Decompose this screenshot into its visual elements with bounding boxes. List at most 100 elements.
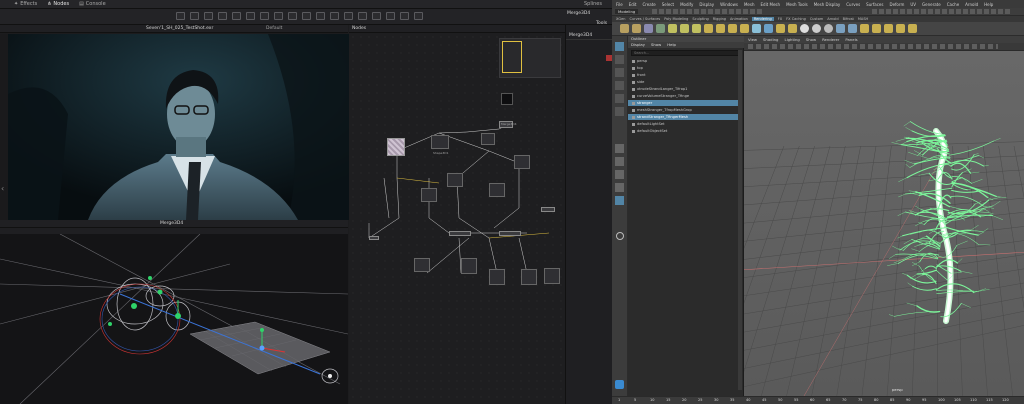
workspace-selector[interactable]: Modeling bbox=[615, 9, 639, 14]
effects-tab[interactable]: ✦ Effects bbox=[14, 1, 37, 7]
node-media-out[interactable] bbox=[501, 93, 513, 105]
outliner-menu-item[interactable]: Show bbox=[651, 42, 661, 48]
outliner-item[interactable]: xtrudeStrandLanger_Tifrop1 bbox=[628, 86, 741, 92]
node-pipe-a[interactable] bbox=[369, 236, 379, 240]
shelf-square-icon[interactable] bbox=[692, 24, 701, 33]
shelf-tab[interactable]: Rigging bbox=[713, 17, 726, 21]
shelf-cube-icon[interactable] bbox=[836, 24, 845, 33]
viewport-menu-item[interactable]: View bbox=[748, 37, 757, 42]
menu-item[interactable]: UV bbox=[910, 2, 916, 7]
lasso-tool-icon[interactable] bbox=[615, 55, 624, 64]
layout-single-icon[interactable] bbox=[615, 144, 624, 153]
shelf-tab[interactable]: Rendering bbox=[751, 17, 774, 21]
outliner-item[interactable]: top bbox=[628, 65, 741, 71]
shelf-tab[interactable]: Animation bbox=[730, 17, 748, 21]
tool-background-icon[interactable] bbox=[176, 12, 185, 20]
3d-viewer[interactable] bbox=[0, 234, 348, 404]
outliner-item[interactable]: curveVolumeStranger_Tfinge bbox=[628, 93, 741, 99]
status-tools[interactable] bbox=[652, 9, 762, 14]
outliner-item[interactable]: defaultObjectSet bbox=[628, 128, 741, 134]
node-imageplane[interactable] bbox=[461, 258, 477, 274]
outliner-item[interactable]: defaultLightSet bbox=[628, 121, 741, 127]
shelf-tab[interactable]: MASH bbox=[858, 17, 868, 21]
node-graph[interactable]: Merge3D4 Shape3D1 bbox=[349, 33, 565, 404]
shelf-tab[interactable]: FX Caching bbox=[786, 17, 806, 21]
outliner-item[interactable]: side bbox=[628, 79, 741, 85]
select-tool-icon[interactable] bbox=[615, 42, 624, 51]
menu-item[interactable]: Mesh Tools bbox=[786, 2, 808, 7]
shelf-reverse-icon[interactable] bbox=[752, 24, 761, 33]
console-tab[interactable]: ▤ Console bbox=[79, 1, 106, 7]
shelf-tab[interactable]: FX bbox=[778, 17, 782, 21]
tool-polygon-icon[interactable] bbox=[302, 12, 311, 20]
node-pipe-d[interactable] bbox=[541, 207, 555, 212]
shelf-bezier-icon[interactable] bbox=[644, 24, 653, 33]
tool-render-icon[interactable] bbox=[414, 12, 423, 20]
tool-transform-icon[interactable] bbox=[274, 12, 283, 20]
menu-item[interactable]: Curves bbox=[846, 2, 860, 7]
shelf-curve-icon[interactable] bbox=[620, 24, 629, 33]
menu-item[interactable]: Generate bbox=[922, 2, 941, 7]
menu-item[interactable]: Surfaces bbox=[866, 2, 883, 7]
shelf-planar-icon[interactable] bbox=[788, 24, 797, 33]
shelf-attach-icon[interactable] bbox=[704, 24, 713, 33]
tool-renderer3d-icon[interactable] bbox=[372, 12, 381, 20]
shelf-sphere-icon[interactable] bbox=[800, 24, 809, 33]
menu-item[interactable]: File bbox=[616, 2, 623, 7]
layout-side-icon[interactable] bbox=[615, 170, 624, 179]
layout-four-icon[interactable] bbox=[615, 157, 624, 166]
menu-item[interactable]: Help bbox=[984, 2, 993, 7]
outliner-item[interactable]: front bbox=[628, 72, 741, 78]
outliner-menu-item[interactable]: Display bbox=[631, 42, 645, 48]
menu-item[interactable]: Windows bbox=[720, 2, 738, 7]
paint-tool-icon[interactable] bbox=[615, 68, 624, 77]
image-viewer[interactable] bbox=[8, 34, 349, 220]
node-merge3d2[interactable] bbox=[421, 188, 437, 202]
node-shape3d[interactable]: Shape3D1 bbox=[431, 135, 449, 155]
shelf-tab[interactable]: Arnold bbox=[827, 17, 838, 21]
tool-paint-icon[interactable] bbox=[190, 12, 199, 20]
shelf-circle-icon[interactable] bbox=[680, 24, 689, 33]
outliner-search-input[interactable] bbox=[631, 50, 741, 56]
tool-particles-icon[interactable] bbox=[386, 12, 395, 20]
shelf-torus-icon[interactable] bbox=[812, 24, 821, 33]
time-slider[interactable]: 1 5 10 15 20 25 30 35 40 45 50 55 60 65 70 75 80 85 90 95 10… bbox=[612, 396, 1024, 404]
shelf-combine-icon[interactable] bbox=[896, 24, 905, 33]
shelf-tab[interactable]: Curves / Surfaces bbox=[629, 17, 660, 21]
outliner-item[interactable]: meshStranger_TfropMeshGrop bbox=[628, 107, 741, 113]
node-pipe-b[interactable] bbox=[449, 231, 471, 236]
shelf-rebuild-icon[interactable] bbox=[728, 24, 737, 33]
node-merge3d1[interactable] bbox=[489, 183, 505, 197]
menu-item[interactable]: Select bbox=[662, 2, 674, 7]
menu-item[interactable]: Mesh bbox=[744, 2, 755, 7]
shelf-ep-curve-icon[interactable] bbox=[632, 24, 641, 33]
tool-loader-icon[interactable] bbox=[218, 12, 227, 20]
splines-tab[interactable]: Splines bbox=[584, 1, 602, 7]
tool-mask-icon[interactable] bbox=[288, 12, 297, 20]
layout-persp-outliner-icon[interactable] bbox=[615, 196, 624, 205]
tool-bspline-icon[interactable] bbox=[316, 12, 325, 20]
shelf-tab[interactable]: Poly Modeling bbox=[664, 17, 688, 21]
menu-item[interactable]: Deform bbox=[889, 2, 904, 7]
search-icon[interactable] bbox=[616, 232, 624, 240]
inspector-tab[interactable]: Tools bbox=[596, 21, 607, 26]
node-transform3d[interactable] bbox=[489, 269, 505, 285]
shelf-bridge-icon[interactable] bbox=[884, 24, 893, 33]
node-merge3d4[interactable]: Merge3D4 bbox=[499, 121, 517, 128]
node-texture-thumb[interactable] bbox=[387, 138, 405, 156]
menu-item[interactable]: Arnold bbox=[965, 2, 978, 7]
persp-viewport[interactable]: persp bbox=[744, 51, 1024, 396]
shelf-tab[interactable]: Sculpting bbox=[692, 17, 708, 21]
shelf-revolve-icon[interactable] bbox=[764, 24, 773, 33]
layout-outliner-icon[interactable] bbox=[615, 183, 624, 192]
rotate-tool-icon[interactable] bbox=[615, 94, 624, 103]
viewport-menu-item[interactable]: Lighting bbox=[784, 37, 799, 42]
outliner-menu-item[interactable]: Help bbox=[667, 42, 676, 48]
shelf-bevel-icon[interactable] bbox=[872, 24, 881, 33]
shelf-extrude-icon[interactable] bbox=[860, 24, 869, 33]
scale-tool-icon[interactable] bbox=[615, 107, 624, 116]
tool-color-icon[interactable] bbox=[260, 12, 269, 20]
shelf-tab[interactable]: XGen bbox=[616, 17, 625, 21]
node-spotlight[interactable] bbox=[447, 173, 463, 187]
tool-camera3d-icon[interactable] bbox=[344, 12, 353, 20]
